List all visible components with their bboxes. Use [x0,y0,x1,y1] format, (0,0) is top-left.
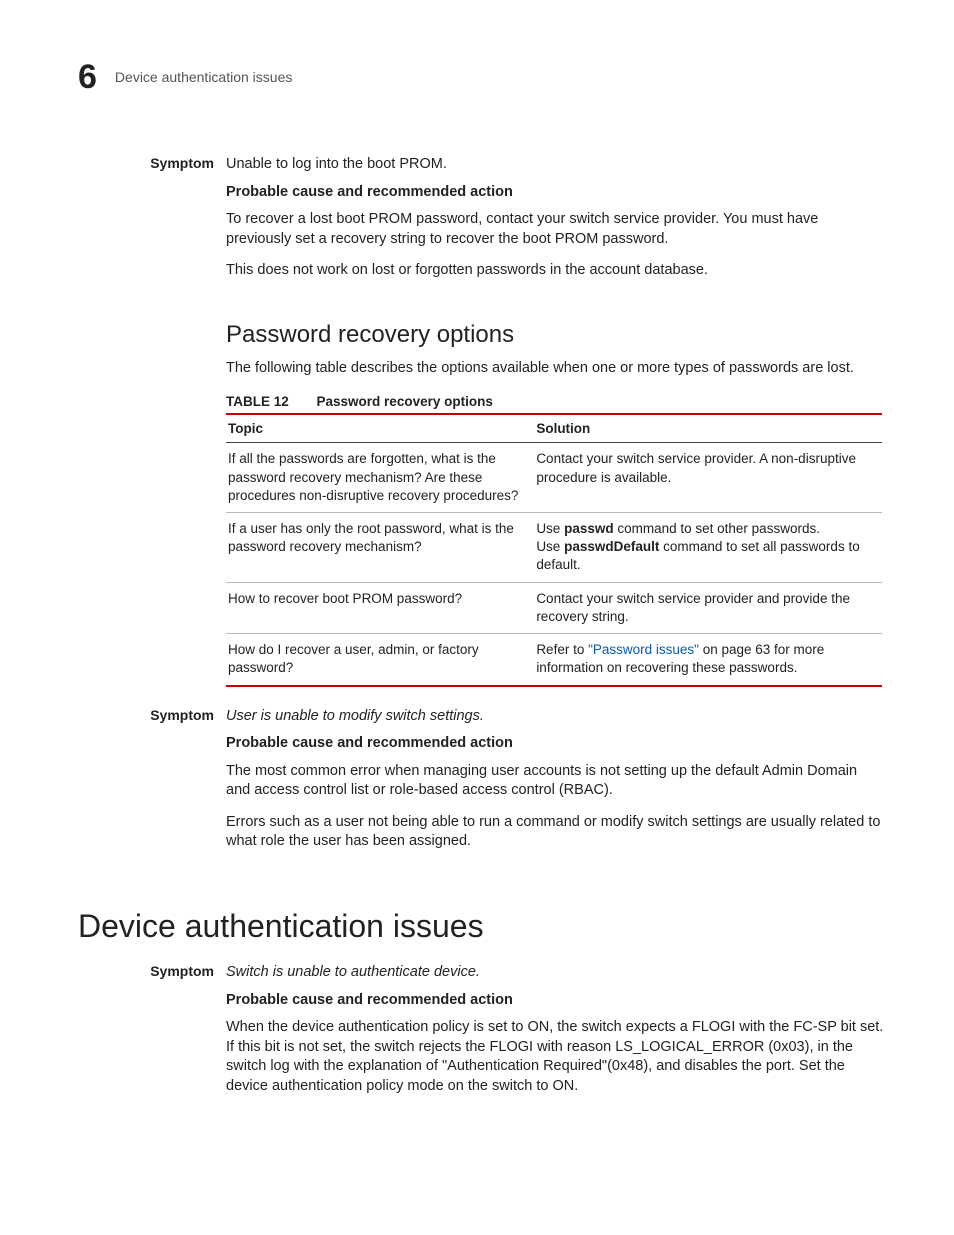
symptom-body: User is unable to modify switch settings… [226,707,884,864]
table-caption: TABLE 12 Password recovery options [226,394,882,409]
cause-heading: Probable cause and recommended action [226,734,884,754]
cause-paragraph: When the device authentication policy is… [226,1018,884,1096]
document-page: 6 Device authentication issues Symptom U… [0,0,954,1235]
symptom-label: Symptom [78,963,214,1108]
table-header-topic: Topic [226,414,534,443]
section-heading-device-auth: Device authentication issues [78,908,884,945]
table-cell-solution: Contact your switch service provider. A … [534,443,882,513]
cause-paragraph: The most common error when managing user… [226,762,884,801]
text: Use [536,521,564,536]
table-row: How to recover boot PROM password? Conta… [226,582,882,633]
symptom-text: Switch is unable to authenticate device. [226,963,884,983]
cause-heading: Probable cause and recommended action [226,183,884,203]
cross-reference-link[interactable]: "Password issues" [588,642,699,657]
text: command to set other passwords. [614,521,820,536]
cause-paragraph: To recover a lost boot PROM password, co… [226,210,884,249]
chapter-number: 6 [78,58,97,97]
symptom-body: Unable to log into the boot PROM. Probab… [226,155,884,293]
command: passwd [564,521,614,536]
symptom-block-modify-settings: Symptom User is unable to modify switch … [78,707,884,864]
symptom-block-boot-prom: Symptom Unable to log into the boot PROM… [78,155,884,293]
table-cell-solution: Contact your switch service provider and… [534,582,882,633]
symptom-block-device-auth: Symptom Switch is unable to authenticate… [78,963,884,1108]
table-cell-topic: If a user has only the root password, wh… [226,513,534,583]
symptom-body: Switch is unable to authenticate device.… [226,963,884,1108]
symptom-label: Symptom [78,155,214,293]
table-title: Password recovery options [317,394,493,409]
password-recovery-table: Topic Solution If all the passwords are … [226,413,882,686]
section-intro: The following table describes the option… [226,359,882,379]
text: Refer to [536,642,588,657]
table-cell-solution: Refer to "Password issues" on page 63 fo… [534,634,882,686]
symptom-text: User is unable to modify switch settings… [226,707,884,727]
table-cell-topic: How to recover boot PROM password? [226,582,534,633]
symptom-label: Symptom [78,707,214,864]
running-title: Device authentication issues [115,69,292,85]
command: passwdDefault [564,539,659,554]
table-row: If a user has only the root password, wh… [226,513,882,583]
table-row: How do I recover a user, admin, or facto… [226,634,882,686]
table-row: If all the passwords are forgotten, what… [226,443,882,513]
cause-paragraph: Errors such as a user not being able to … [226,813,884,852]
symptom-text: Unable to log into the boot PROM. [226,155,884,175]
table-number: TABLE 12 [226,394,289,409]
section-heading: Password recovery options [226,321,882,349]
table-header-solution: Solution [534,414,882,443]
cause-heading: Probable cause and recommended action [226,991,884,1011]
table-cell-topic: How do I recover a user, admin, or facto… [226,634,534,686]
table-cell-solution: Use passwd command to set other password… [534,513,882,583]
section-password-recovery: Password recovery options The following … [226,321,882,687]
cause-paragraph: This does not work on lost or forgotten … [226,261,884,281]
text: Use [536,539,564,554]
running-header: 6 Device authentication issues [78,58,884,97]
table-cell-topic: If all the passwords are forgotten, what… [226,443,534,513]
